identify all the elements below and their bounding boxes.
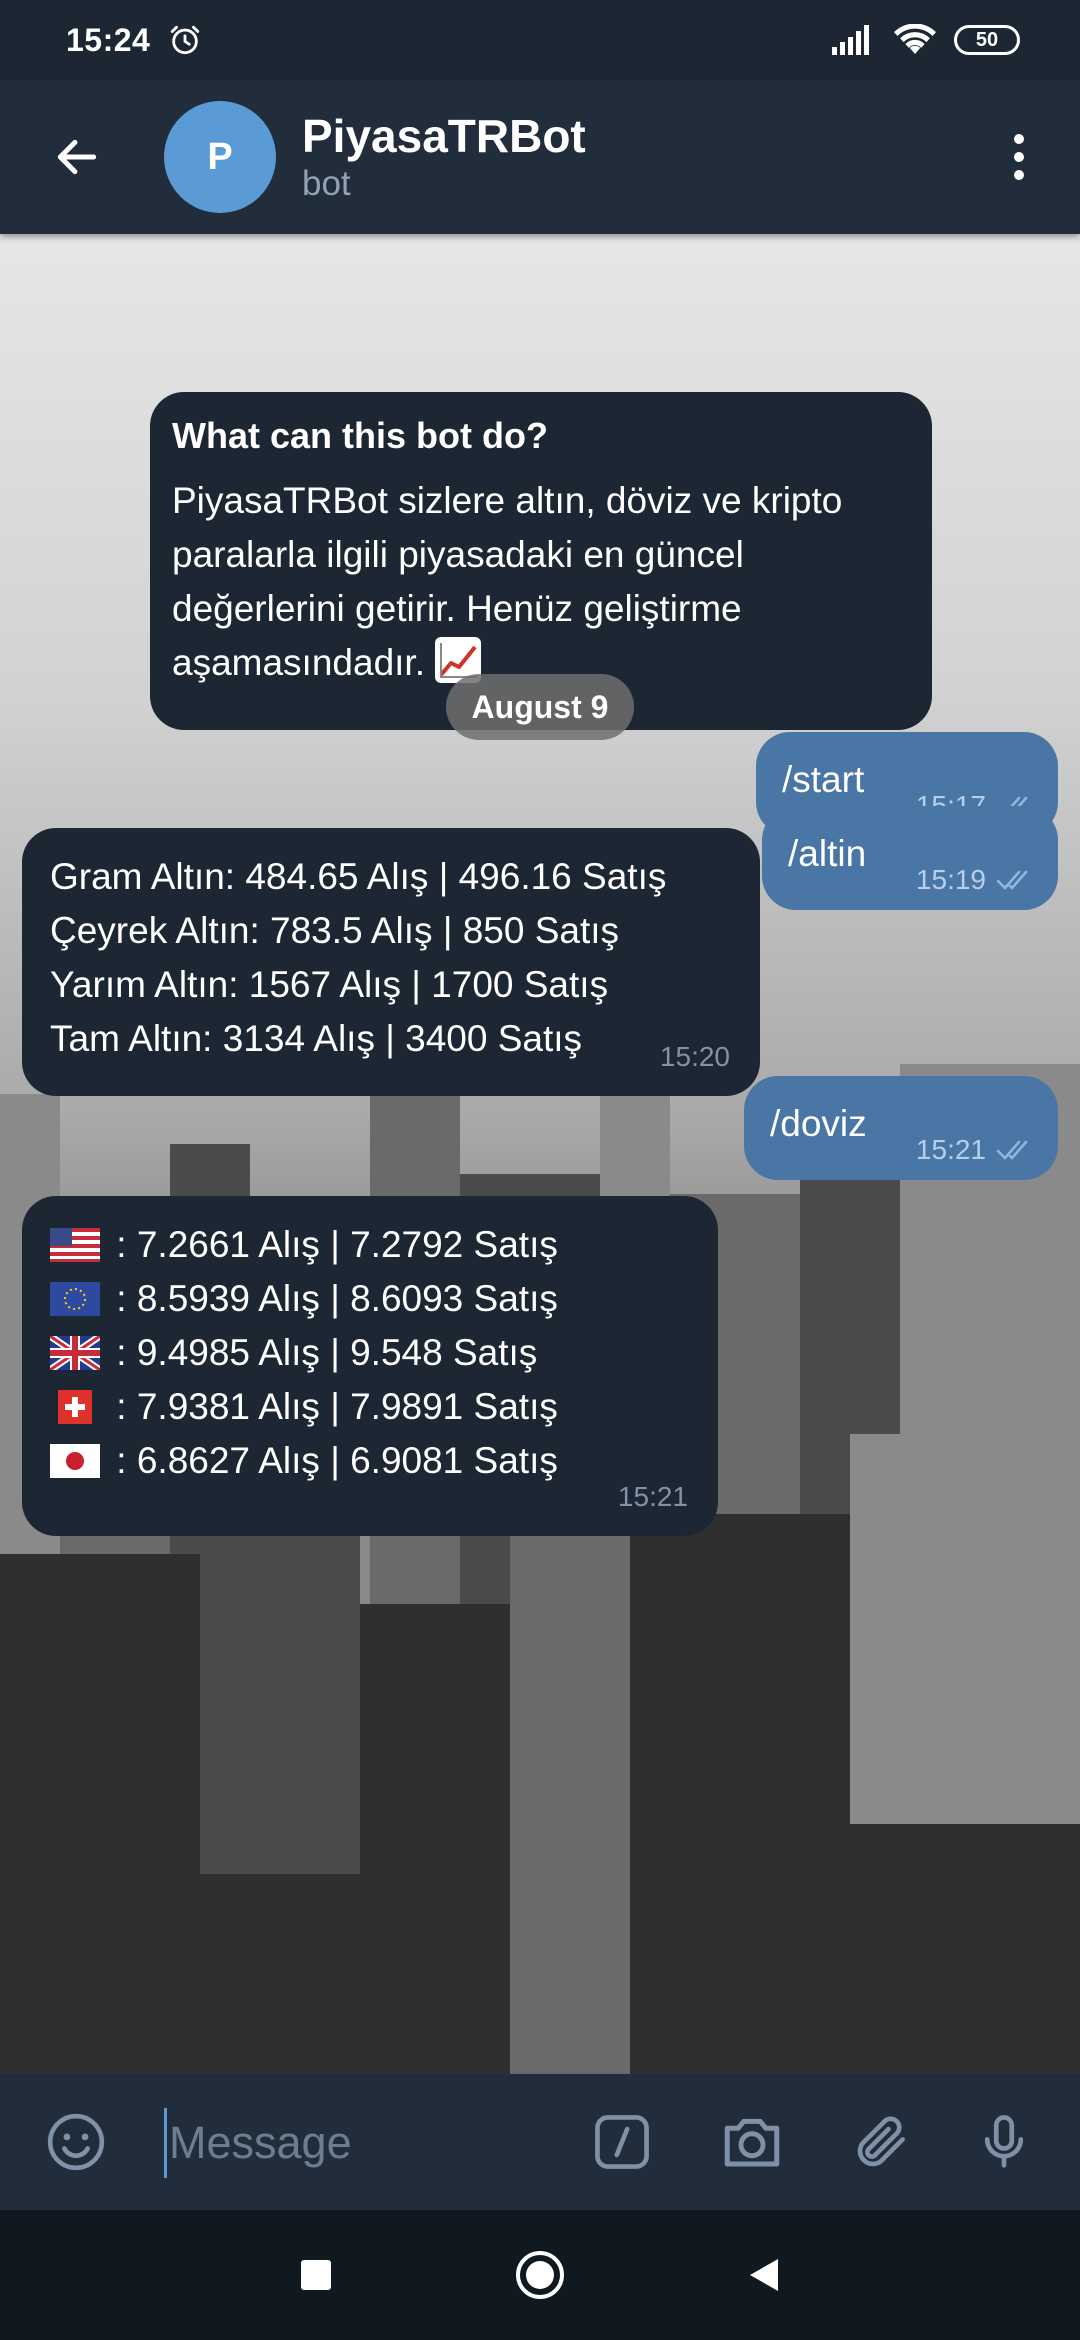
smiley-icon — [47, 2113, 105, 2171]
rate-text: : 9.4985 Alış | 9.548 Satış — [106, 1332, 538, 1373]
microphone-icon — [984, 2115, 1024, 2168]
date-separator: August 9 — [446, 674, 634, 740]
message-time: 15:20 — [659, 1041, 730, 1072]
message-input[interactable] — [164, 2108, 564, 2178]
arrow-left-icon — [57, 139, 97, 175]
message-line: Gram Altın: 484.65 Alış | 496.16 Satış — [50, 856, 667, 897]
us-flag-icon — [50, 1228, 100, 1262]
rate-text: : 8.5939 Alış | 8.6093 Satış — [106, 1278, 558, 1319]
message-time: 15:21 — [915, 1134, 986, 1165]
jp-flag-icon — [50, 1444, 100, 1478]
avatar[interactable]: P — [164, 101, 276, 213]
recents-button[interactable] — [286, 2245, 346, 2305]
message-line: : 7.9381 Alış | 7.9891 Satış — [50, 1380, 694, 1434]
message-meta: 15:19 — [916, 864, 1036, 896]
message-time: 15:21 — [617, 1481, 688, 1512]
intro-body: PiyasaTRBot sizlere altın, döviz ve krip… — [172, 474, 908, 690]
message-line: Çeyrek Altın: 783.5 Alış | 850 Satış — [50, 910, 620, 951]
rate-text: : 6.8627 Alış | 6.9081 Satış — [106, 1440, 558, 1481]
alarm-icon — [171, 25, 200, 55]
status-bar: 15:24 50 — [0, 0, 1080, 80]
system-nav-bar — [0, 2210, 1080, 2340]
outgoing-message[interactable]: /doviz 15:21 — [744, 1076, 1058, 1180]
home-button[interactable] — [510, 2245, 570, 2305]
paperclip-icon — [857, 2116, 905, 2167]
header-info[interactable]: PiyasaTRBot bot — [302, 109, 586, 205]
back-nav-button[interactable] — [734, 2245, 794, 2305]
outgoing-message[interactable]: /altin 15:19 — [762, 806, 1058, 910]
voice-message-button[interactable] — [964, 2102, 1044, 2182]
chat-header: P PiyasaTRBot bot — [0, 80, 1080, 234]
circle-icon — [516, 2251, 564, 2299]
message-line: : 7.2661 Alış | 7.2792 Satış — [50, 1218, 694, 1272]
message-line: Yarım Altın: 1567 Alış | 1700 Satış — [50, 964, 609, 1005]
message-meta: 15:21 — [916, 1134, 1036, 1166]
menu-dot — [1014, 152, 1024, 162]
signal-icon — [832, 25, 869, 55]
triangle-back-icon — [750, 2259, 778, 2291]
slash-command-icon — [595, 2115, 649, 2169]
rate-text: : 7.9381 Alış | 7.9891 Satış — [106, 1386, 558, 1427]
intro-title: What can this bot do? — [172, 415, 548, 456]
battery-level: 50 — [975, 28, 999, 51]
menu-dot — [1014, 134, 1024, 144]
ch-flag-icon — [58, 1390, 92, 1424]
back-button[interactable] — [42, 122, 112, 192]
square-icon — [301, 2260, 331, 2290]
bot-commands-button[interactable] — [582, 2102, 662, 2182]
wifi-icon — [894, 24, 936, 54]
message-time: 15:19 — [915, 864, 986, 895]
message-line: : 8.5939 Alış | 8.6093 Satış — [50, 1272, 694, 1326]
emoji-button[interactable] — [36, 2102, 116, 2182]
message-text: /start — [782, 759, 865, 800]
more-menu-button[interactable] — [1004, 122, 1034, 192]
attach-button[interactable] — [842, 2102, 922, 2182]
menu-dot — [1014, 170, 1024, 180]
camera-button[interactable] — [712, 2102, 792, 2182]
status-time: 15:24 — [66, 21, 151, 58]
camera-icon — [724, 2118, 780, 2167]
message-text: /altin — [788, 833, 867, 874]
message-composer — [0, 2074, 1080, 2210]
double-check-icon — [996, 1140, 1028, 1160]
incoming-message[interactable]: Gram Altın: 484.65 Alış | 496.16 Satış Ç… — [22, 828, 760, 1096]
chat-subtitle: bot — [302, 164, 351, 203]
rate-text: : 7.2661 Alış | 7.2792 Satış — [106, 1224, 558, 1265]
incoming-message[interactable]: : 7.2661 Alış | 7.2792 Satış : 8.5939 Al… — [22, 1196, 718, 1536]
eu-flag-icon — [50, 1282, 100, 1316]
message-line: : 6.8627 Alış | 6.9081 Satış — [50, 1434, 694, 1488]
battery-indicator: 50 — [954, 25, 1020, 55]
uk-flag-icon — [50, 1336, 100, 1370]
message-line: : 9.4985 Alış | 9.548 Satış — [50, 1326, 694, 1380]
chat-title: PiyasaTRBot — [302, 110, 586, 162]
chat-area[interactable]: What can this bot do? PiyasaTRBot sizler… — [0, 234, 1080, 2074]
double-check-icon — [996, 870, 1028, 890]
message-text: /doviz — [770, 1103, 867, 1144]
intro-text: PiyasaTRBot sizlere altın, döviz ve krip… — [172, 480, 843, 683]
message-line: Tam Altın: 3134 Alış | 3400 Satış — [50, 1018, 583, 1059]
